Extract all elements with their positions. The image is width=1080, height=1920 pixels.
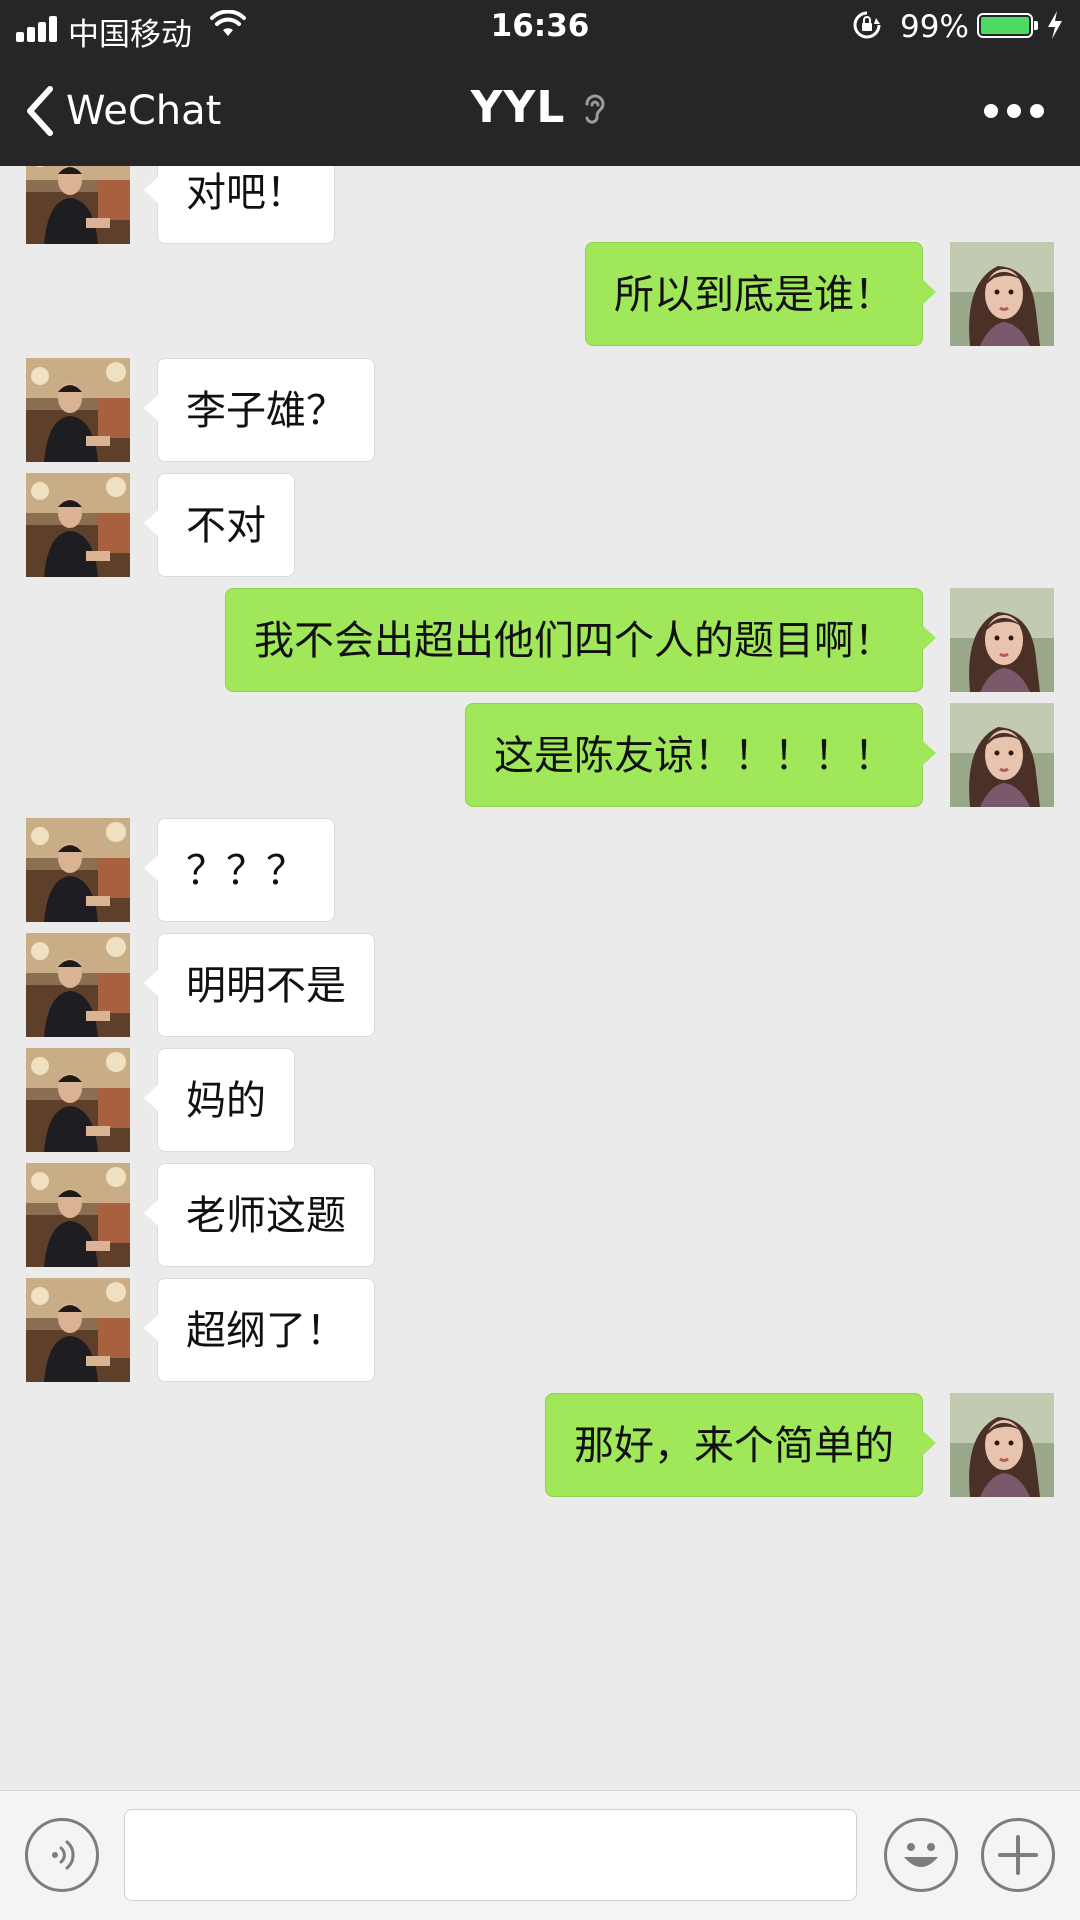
my-avatar[interactable] (950, 242, 1054, 346)
my-avatar[interactable] (950, 1393, 1054, 1497)
emoji-button[interactable] (884, 1818, 958, 1892)
message-bubble[interactable]: 妈的 (144, 1048, 295, 1152)
voice-button[interactable] (25, 1818, 99, 1892)
rotation-lock-icon (853, 11, 881, 39)
charging-icon (1048, 11, 1062, 39)
ear-icon (585, 94, 605, 124)
message-bubble[interactable]: 不对 (144, 473, 295, 577)
message-bubble[interactable]: 对吧！ (144, 166, 335, 244)
chat-title-bar: YYL (0, 82, 1080, 133)
battery-percent: 99% (900, 9, 969, 45)
contact-avatar[interactable] (26, 166, 130, 244)
chat-title: YYL (470, 82, 566, 133)
message-bubble[interactable]: 超纲了！ (144, 1278, 375, 1382)
message-bubble[interactable]: 我不会出超出他们四个人的题目啊！ (225, 588, 936, 692)
contact-avatar[interactable] (26, 818, 130, 922)
top-bar: 中国移动 16:36 99% WeChat YYL (0, 0, 1080, 166)
contact-avatar[interactable] (26, 473, 130, 577)
more-icon[interactable] (984, 96, 1044, 126)
message-bubble[interactable]: 所以到底是谁！ (585, 242, 936, 346)
message-list[interactable]: 对吧！ 所以到底是谁！ 李子雄？ 不对我不会出超出他们四个人的题目啊！ 这是陈友谅！！！… (0, 166, 1080, 1790)
contact-avatar[interactable] (26, 1048, 130, 1152)
contact-avatar[interactable] (26, 933, 130, 1037)
message-bubble[interactable]: 李子雄？ (144, 358, 375, 462)
voice-icon (52, 1840, 75, 1870)
plus-button[interactable] (981, 1818, 1055, 1892)
emoji-icon (904, 1843, 938, 1867)
message-bubble[interactable]: 明明不是 (144, 933, 375, 1037)
message-bubble[interactable]: 那好，来个简单的 (545, 1393, 936, 1497)
nav-bar: WeChat YYL (0, 56, 1080, 166)
message-input[interactable] (124, 1809, 857, 1901)
status-bar: 中国移动 16:36 99% (0, 0, 1080, 56)
my-avatar[interactable] (950, 703, 1054, 807)
message-bubble[interactable]: 老师这题 (144, 1163, 375, 1267)
battery-icon (977, 13, 1038, 38)
plus-icon (998, 1835, 1038, 1875)
input-bar (0, 1790, 1080, 1920)
contact-avatar[interactable] (26, 1278, 130, 1382)
contact-avatar[interactable] (26, 1163, 130, 1267)
wechat-chat-screen: 中国移动 16:36 99% WeChat YYL 对吧！ 所以到底是谁！ 李子… (0, 0, 1080, 1920)
message-bubble[interactable]: ？？？ (144, 818, 335, 922)
battery-level (981, 17, 1029, 34)
my-avatar[interactable] (950, 588, 1054, 692)
message-bubble[interactable]: 这是陈友谅！！！！！ (465, 703, 936, 807)
contact-avatar[interactable] (26, 358, 130, 462)
